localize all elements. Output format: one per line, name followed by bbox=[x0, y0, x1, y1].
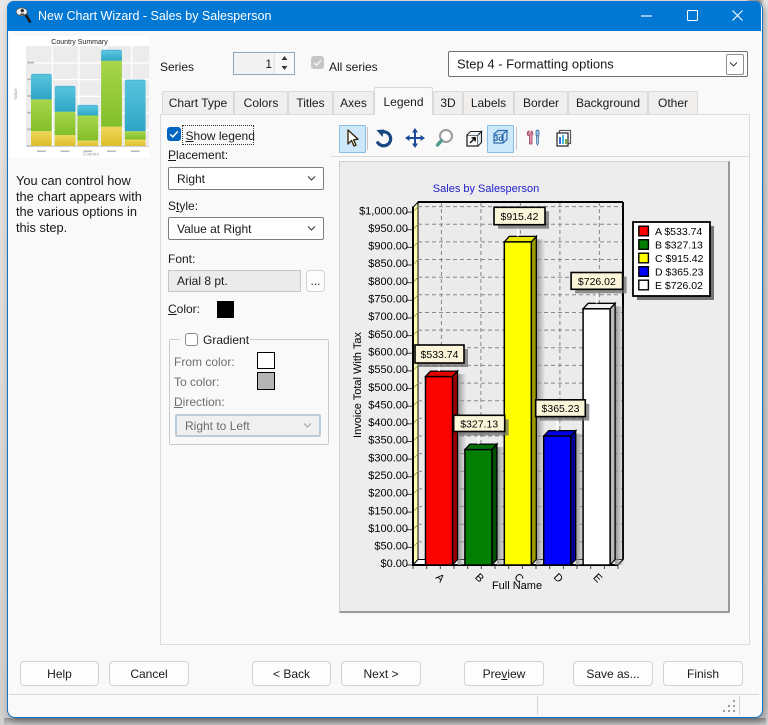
svg-text:Value: Value bbox=[13, 88, 18, 100]
svg-text:Sales by Salesperson: Sales by Salesperson bbox=[433, 183, 539, 195]
svg-text:$750.00: $750.00 bbox=[368, 294, 408, 306]
svg-text:$365.23: $365.23 bbox=[542, 403, 580, 415]
svg-text:Full Name: Full Name bbox=[492, 580, 542, 592]
svg-text:E $726.02: E $726.02 bbox=[655, 280, 703, 292]
svg-text:3d: 3d bbox=[493, 134, 502, 143]
svg-text:$800.00: $800.00 bbox=[368, 276, 408, 288]
svg-text:$450.00: $450.00 bbox=[368, 399, 408, 411]
svg-text:Invoice Total With Tax: Invoice Total With Tax bbox=[352, 332, 364, 438]
svg-text:A: A bbox=[433, 571, 447, 585]
svg-text:$300.00: $300.00 bbox=[368, 452, 408, 464]
svg-text:$550.00: $550.00 bbox=[368, 364, 408, 376]
svg-text:$400.00: $400.00 bbox=[368, 417, 408, 429]
svg-text:$950.00: $950.00 bbox=[368, 223, 408, 235]
svg-text:$327.13: $327.13 bbox=[460, 418, 498, 430]
svg-text:$915.42: $915.42 bbox=[501, 211, 539, 223]
svg-text:$200.00: $200.00 bbox=[368, 488, 408, 500]
svg-text:$700.00: $700.00 bbox=[368, 311, 408, 323]
svg-text:$1,000.00: $1,000.00 bbox=[359, 205, 408, 217]
svg-text:$726.02: $726.02 bbox=[578, 276, 616, 288]
svg-text:Country: Country bbox=[83, 152, 100, 157]
svg-text:$50.00: $50.00 bbox=[374, 541, 408, 553]
svg-text:$650.00: $650.00 bbox=[368, 329, 408, 341]
svg-text:E: E bbox=[590, 571, 604, 585]
svg-text:B $327.13: B $327.13 bbox=[655, 240, 703, 252]
svg-text:B: B bbox=[472, 571, 486, 585]
svg-text:$0.00: $0.00 bbox=[380, 558, 408, 570]
svg-text:$600.00: $600.00 bbox=[368, 347, 408, 359]
svg-text:D: D bbox=[551, 571, 565, 585]
svg-text:$900.00: $900.00 bbox=[368, 241, 408, 253]
svg-text:$500.00: $500.00 bbox=[368, 382, 408, 394]
svg-text:$100.00: $100.00 bbox=[368, 523, 408, 535]
svg-text:A $533.74: A $533.74 bbox=[655, 226, 702, 238]
svg-text:C $915.42: C $915.42 bbox=[655, 253, 704, 265]
svg-text:$250.00: $250.00 bbox=[368, 470, 408, 482]
svg-text:$850.00: $850.00 bbox=[368, 258, 408, 270]
svg-text:$350.00: $350.00 bbox=[368, 435, 408, 447]
svg-text:Country Summary: Country Summary bbox=[51, 39, 108, 46]
svg-text:$533.74: $533.74 bbox=[421, 349, 459, 361]
svg-text:D $365.23: D $365.23 bbox=[655, 267, 704, 279]
svg-text:$150.00: $150.00 bbox=[368, 505, 408, 517]
